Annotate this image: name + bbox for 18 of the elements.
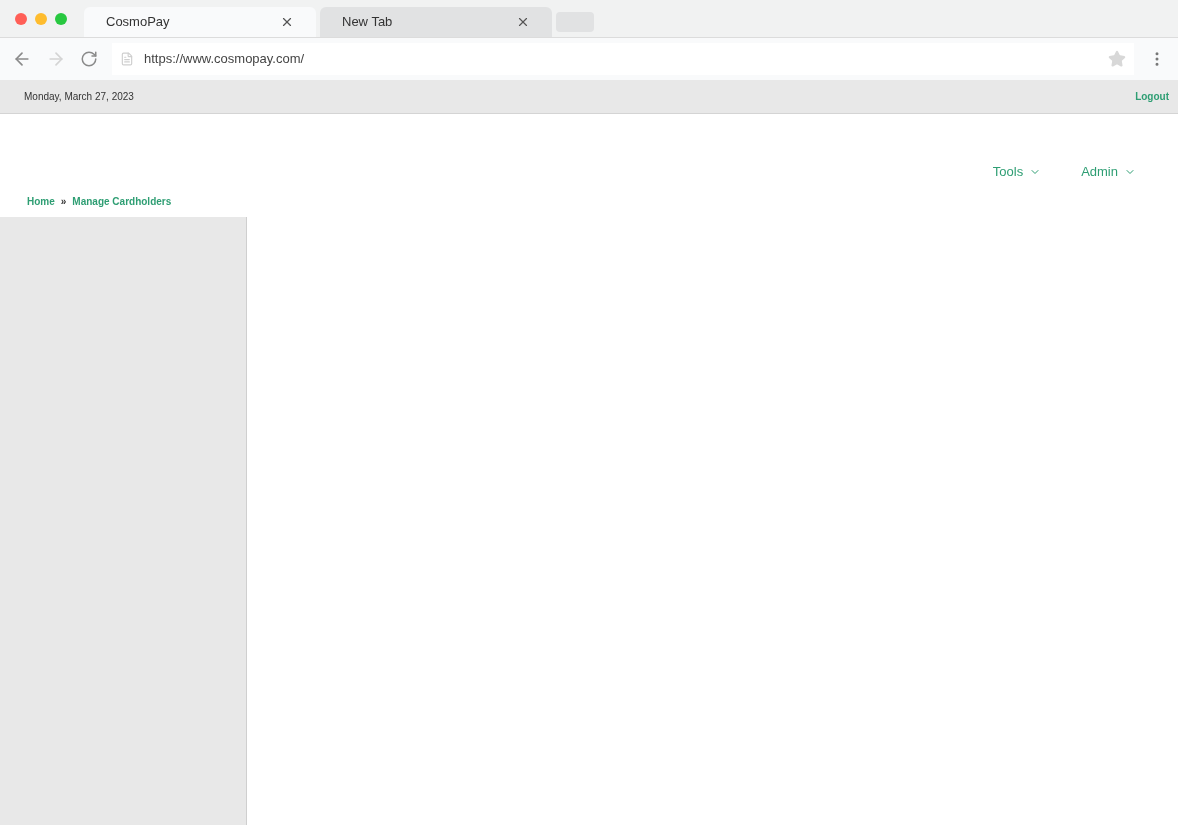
address-field[interactable]: https://www.cosmopay.com/ (112, 43, 1134, 75)
reload-icon[interactable] (80, 50, 98, 68)
maximize-window-icon[interactable] (55, 13, 67, 25)
date-text: Monday, March 27, 2023 (24, 90, 134, 104)
browser-tab[interactable]: New Tab (320, 7, 552, 37)
minimize-window-icon[interactable] (35, 13, 47, 25)
nav-menu[interactable]: Tools (992, 162, 1042, 182)
breadcrumb-link[interactable]: Home (27, 193, 55, 209)
breadcrumb-separator: » (60, 194, 67, 209)
close-icon[interactable] (516, 15, 530, 29)
close-window-icon[interactable] (15, 13, 27, 25)
page-icon (120, 51, 134, 67)
bookmark-star-icon[interactable] (1108, 50, 1126, 68)
logout-link[interactable]: Logout (1135, 89, 1169, 104)
breadcrumb-link[interactable]: Manage Cardholders (72, 193, 172, 209)
browser-tab[interactable]: CosmoPay (84, 7, 316, 37)
close-icon[interactable] (280, 15, 294, 29)
nav-menu[interactable]: Admin (1081, 162, 1136, 182)
